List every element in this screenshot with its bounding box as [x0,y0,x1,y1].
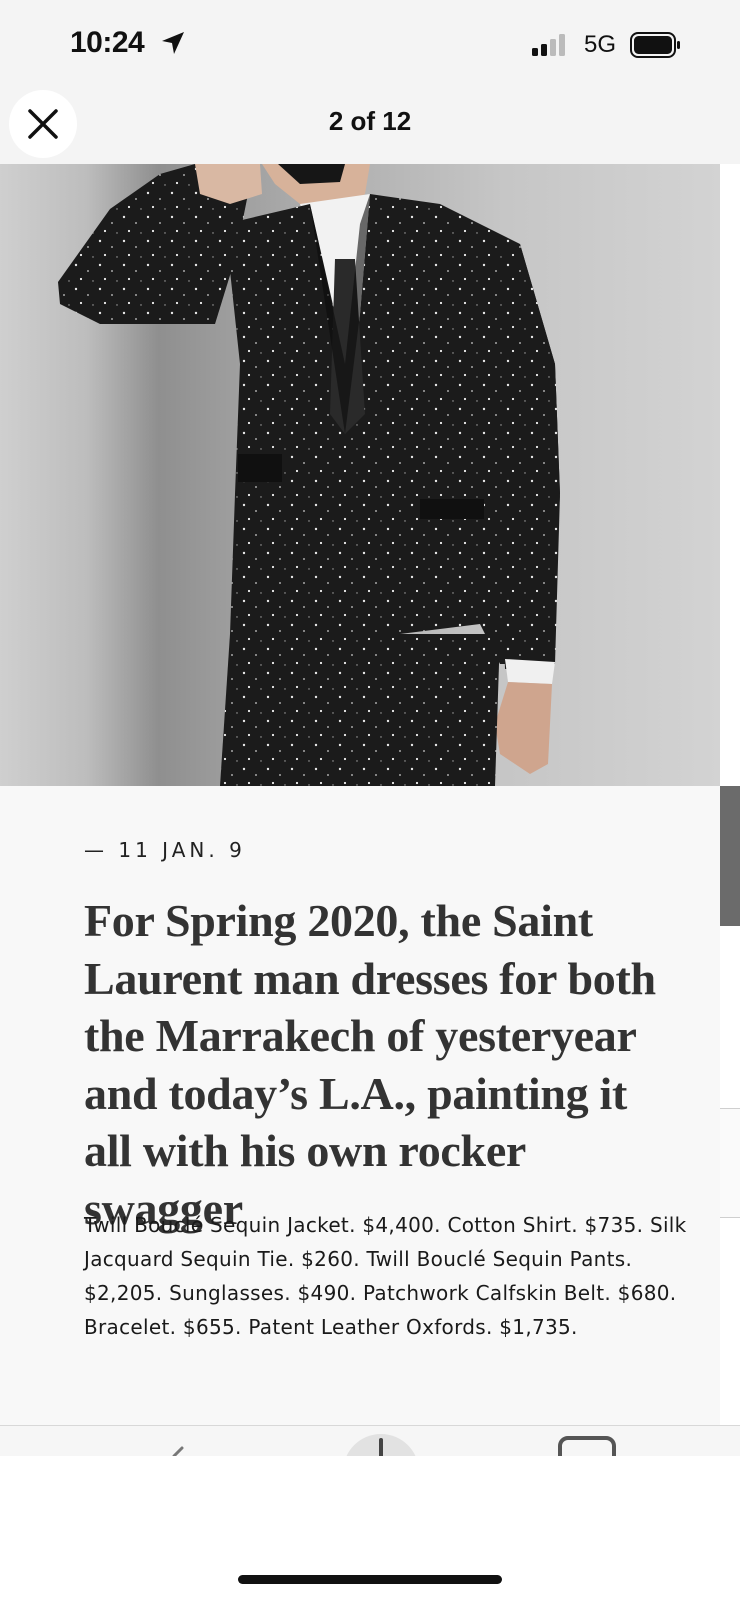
article-caption: Twill Bouclé Sequin Jacket. $4,400. Cott… [84,1213,687,1339]
status-bar: 10:24 5G [0,0,740,90]
add-icon[interactable] [343,1432,419,1456]
article-photo[interactable] [0,164,720,786]
status-time: 10:24 [70,26,145,59]
tabs-icon[interactable] [558,1434,618,1456]
signal-icon [532,34,565,56]
network-label: 5G [584,31,617,58]
battery-icon [630,32,680,58]
article-headline: For Spring 2020, the Saint Laurent man d… [84,895,656,1234]
page-counter: 2 of 12 [328,106,412,136]
home-indicator[interactable] [238,1575,502,1584]
share-icon[interactable] [168,1434,198,1456]
next-card-edge [720,786,740,926]
suit-illustration [58,164,560,786]
location-arrow-icon [162,32,184,54]
bottom-toolbar [0,1426,740,1456]
article-dateline: — 11 JAN. 9 [84,838,246,862]
